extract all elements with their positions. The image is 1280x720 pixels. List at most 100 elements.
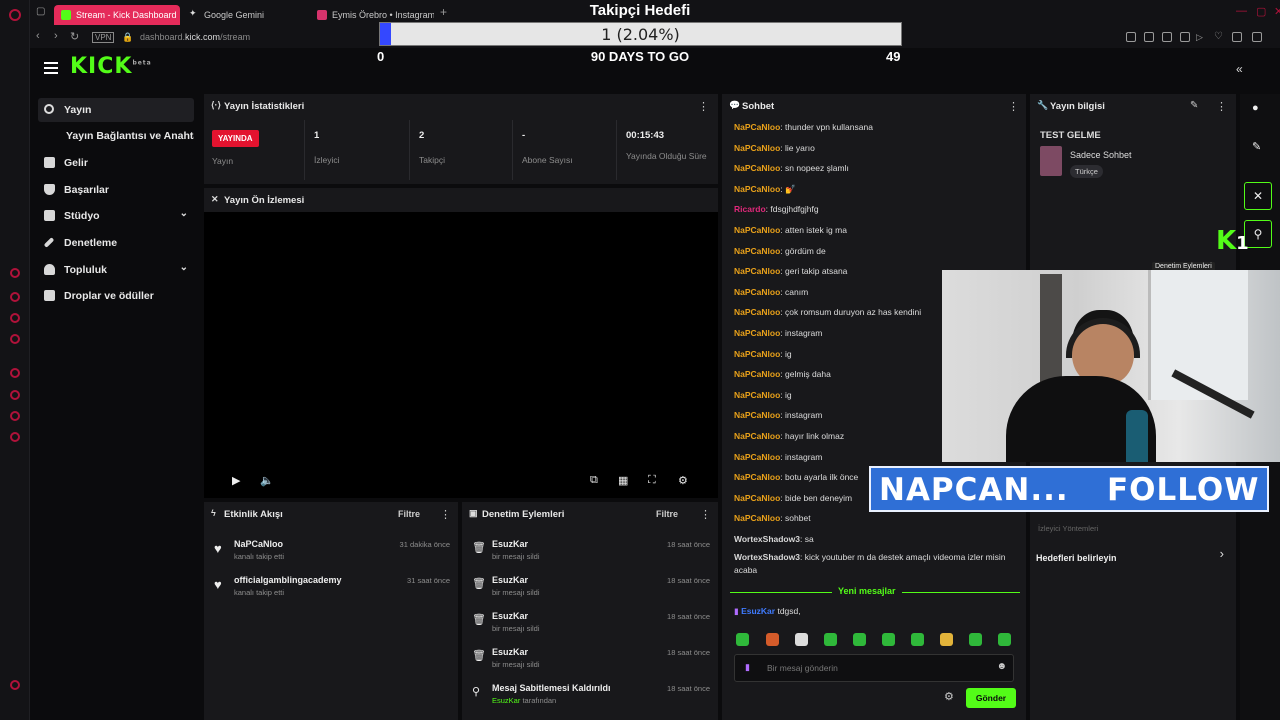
vpn-badge-icon[interactable]: VPN [92, 32, 115, 43]
settings-icon[interactable]: ⚙ [678, 474, 688, 487]
play-icon[interactable]: ▷ [1196, 32, 1203, 43]
sidebar-app-icon[interactable] [10, 411, 20, 421]
emote-icon[interactable] [766, 633, 779, 646]
sidebar-app-icon[interactable] [10, 313, 20, 323]
feed-user[interactable]: officialgamblingacademy [234, 575, 342, 585]
window-close-icon[interactable]: ✕ [1274, 5, 1280, 18]
chat-username[interactable]: NaPCaNloo [734, 328, 780, 338]
chat-username[interactable]: Ricardo [734, 204, 766, 214]
sidebar-item-studyo[interactable]: Stüdyo ⌄ [38, 204, 194, 228]
extension-icon[interactable] [1126, 32, 1136, 42]
emote-icon[interactable] [882, 633, 895, 646]
chat-username[interactable]: NaPCaNloo [734, 390, 780, 400]
emote-icon[interactable] [736, 633, 749, 646]
chat-username[interactable]: NaPCaNloo [734, 410, 780, 420]
sidebar-app-icon[interactable] [10, 390, 20, 400]
chat-username[interactable]: NaPCaNloo [734, 349, 780, 359]
sidebar-app-icon[interactable] [10, 432, 20, 442]
chat-username[interactable]: NaPCaNloo [734, 287, 780, 297]
chat-username[interactable]: NaPCaNloo [734, 163, 780, 173]
chat-username[interactable]: NaPCaNloo [734, 184, 780, 194]
sidebar-item-droplar[interactable]: Droplar ve ödüller [38, 284, 194, 308]
fullscreen-icon[interactable]: ⛶ [648, 474, 656, 487]
chat-username[interactable]: WortexShadow3 [734, 552, 800, 562]
feed-user[interactable]: EsuzKar [492, 611, 528, 621]
sidebar-item-yayin[interactable]: Yayın [38, 98, 194, 122]
window-minimize-icon[interactable]: — [1236, 5, 1247, 17]
edit-icon[interactable]: ✎ [1190, 100, 1198, 111]
emoji-icon[interactable]: ☻ [996, 661, 1007, 672]
stream-preview-video[interactable]: ▶ 🔈 ⧉ ▦ ⛶ ⚙ [204, 212, 718, 498]
sidebar-item-topluluk[interactable]: Topluluk ⌄ [38, 258, 194, 282]
volume-icon[interactable]: 🔈 [260, 474, 274, 487]
more-options-icon[interactable]: ⋮ [1216, 100, 1227, 113]
download-icon[interactable] [1232, 32, 1242, 42]
opera-logo-icon[interactable] [9, 9, 21, 21]
emote-icon[interactable] [795, 633, 808, 646]
emote-icon[interactable] [853, 633, 866, 646]
sidebar-app-icon[interactable] [10, 368, 20, 378]
sidebar-item-basarilar[interactable]: Başarılar [38, 178, 194, 202]
chat-username[interactable]: NaPCaNloo [734, 452, 780, 462]
camera-icon[interactable] [1180, 32, 1190, 42]
filter-button[interactable]: Filtre [398, 509, 420, 519]
emote-icon[interactable] [911, 633, 924, 646]
chat-username[interactable]: NaPCaNloo [734, 307, 780, 317]
chat-settings-icon[interactable]: ⚙ [944, 690, 954, 703]
filter-button[interactable]: Filtre [656, 509, 678, 519]
sidebar-more-icon[interactable] [10, 680, 20, 690]
tab-kick-dashboard[interactable]: Stream - Kick Dashboard [54, 5, 180, 25]
feed-user[interactable]: EsuzKar [492, 575, 528, 585]
chat-username[interactable]: NaPCaNloo [734, 143, 780, 153]
emote-icon[interactable] [940, 633, 953, 646]
play-icon[interactable]: ▶ [232, 474, 240, 487]
chat-username[interactable]: NaPCaNloo [734, 431, 780, 441]
sidebar-item-stream-key[interactable]: Yayın Bağlantısı ve Anahtarı [38, 124, 194, 148]
pip-icon[interactable]: ⧉ [590, 474, 598, 487]
chat-username[interactable]: NaPCaNloo [734, 225, 780, 235]
chat-input[interactable]: ▮ Bir mesaj gönderin ☻ [734, 654, 1014, 682]
collapse-icon[interactable]: « [1236, 62, 1243, 76]
sidebar-app-icon[interactable] [10, 334, 20, 344]
close-widget-button[interactable]: ✕ [1244, 182, 1272, 210]
emote-icon[interactable] [998, 633, 1011, 646]
chat-username[interactable]: NaPCaNloo [734, 122, 780, 132]
more-options-icon[interactable]: ⋮ [700, 508, 711, 521]
heart-icon[interactable]: ♡ [1214, 31, 1223, 42]
url-field[interactable]: dashboard.kick.com/stream [140, 32, 250, 42]
sidebar-app-icon[interactable] [10, 292, 20, 302]
chat-username[interactable]: NaPCaNloo [734, 493, 780, 503]
chat-username[interactable]: NaPCaNloo [734, 266, 780, 276]
pen-icon[interactable]: ✎ [1252, 140, 1261, 153]
menu-icon[interactable] [1252, 32, 1262, 42]
more-options-icon[interactable]: ⋮ [1008, 100, 1019, 113]
extension-icon[interactable] [1144, 32, 1154, 42]
stream-category[interactable]: Sadece Sohbet [1070, 150, 1132, 160]
info-icon[interactable]: ● [1252, 102, 1259, 114]
chat-username[interactable]: NaPCaNloo [734, 246, 780, 256]
sidebar-item-denetleme[interactable]: Denetleme [38, 231, 194, 255]
sidebar-app-icon[interactable] [10, 268, 20, 278]
more-options-icon[interactable]: ⋮ [698, 100, 709, 113]
tab-gemini[interactable]: ✦ Google Gemini [182, 5, 306, 25]
window-maximize-icon[interactable]: ▢ [1256, 5, 1266, 18]
feed-user[interactable]: EsuzKar [492, 539, 528, 549]
chat-username[interactable]: NaPCaNloo [734, 513, 780, 523]
chat-username[interactable]: EsuzKar [741, 606, 775, 616]
more-options-icon[interactable]: ⋮ [440, 508, 451, 521]
emote-icon[interactable] [969, 633, 982, 646]
feed-user[interactable]: EsuzKar [492, 647, 528, 657]
emote-icon[interactable] [824, 633, 837, 646]
chat-username[interactable]: NaPCaNloo [734, 369, 780, 379]
sidebar-item-gelir[interactable]: Gelir [38, 151, 194, 175]
set-goals-link[interactable]: Hedefleri belirleyin › [1036, 546, 1232, 564]
shield-icon[interactable] [1162, 32, 1172, 42]
forward-icon[interactable]: › [54, 30, 58, 42]
chat-send-button[interactable]: Gönder [966, 688, 1016, 708]
chat-username[interactable]: WortexShadow3 [734, 534, 800, 544]
chat-username[interactable]: NaPCaNloo [734, 472, 780, 482]
back-icon[interactable]: ‹ [36, 30, 40, 42]
kick-logo[interactable]: KICKbeta [70, 54, 152, 79]
feed-user[interactable]: NaPCaNloo [234, 539, 283, 549]
theater-icon[interactable]: ▦ [618, 474, 628, 487]
